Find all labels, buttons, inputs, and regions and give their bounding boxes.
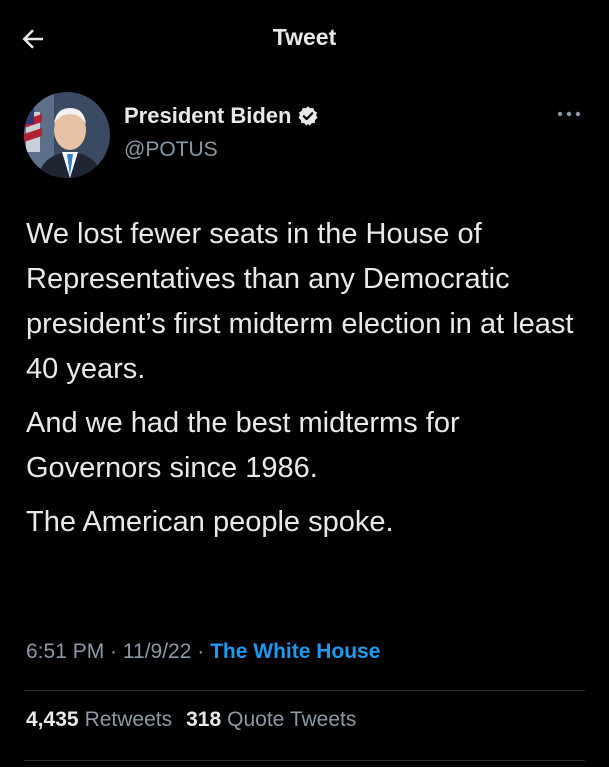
divider bbox=[24, 690, 585, 691]
tweet-paragraph: And we had the best midterms for Governo… bbox=[26, 407, 460, 484]
retweets-label: Retweets bbox=[84, 708, 173, 731]
quote-tweets-stat[interactable]: 318 Quote Tweets bbox=[186, 708, 356, 732]
tweet-date[interactable]: 11/9/22 bbox=[123, 640, 192, 663]
divider bbox=[24, 760, 585, 761]
more-options-button[interactable] bbox=[554, 104, 584, 124]
tweet-source-link[interactable]: The White House bbox=[210, 640, 380, 663]
more-horizontal-icon bbox=[557, 111, 581, 117]
quote-tweets-count: 318 bbox=[186, 708, 222, 731]
author-name: President Biden bbox=[124, 103, 292, 128]
page-title: Tweet bbox=[272, 24, 337, 50]
tweet-time[interactable]: 6:51 PM bbox=[26, 640, 104, 663]
tweet-stats: 4,435 Retweets 318 Quote Tweets bbox=[26, 708, 370, 732]
tweet-text: We lost fewer seats in the House of Repr… bbox=[26, 212, 586, 554]
retweets-count: 4,435 bbox=[26, 708, 79, 731]
author-handle[interactable]: @POTUS bbox=[124, 138, 218, 162]
tweet-paragraph: We lost fewer seats in the House of Repr… bbox=[26, 218, 574, 385]
meta-separator: · bbox=[104, 640, 123, 663]
meta-separator: · bbox=[191, 640, 211, 663]
tweet-paragraph: The American people spoke. bbox=[26, 506, 394, 538]
verified-badge-icon bbox=[297, 105, 319, 127]
avatar[interactable] bbox=[24, 92, 110, 178]
author-name-row[interactable]: President Biden bbox=[124, 103, 319, 129]
quote-tweets-label: Quote Tweets bbox=[227, 708, 357, 731]
tweet-author: President Biden @POTUS bbox=[24, 92, 584, 182]
top-bar: Tweet bbox=[0, 0, 609, 76]
retweets-stat[interactable]: 4,435 Retweets bbox=[26, 708, 172, 732]
tweet-metadata: 6:51 PM · 11/9/22 · The White House bbox=[26, 640, 380, 664]
